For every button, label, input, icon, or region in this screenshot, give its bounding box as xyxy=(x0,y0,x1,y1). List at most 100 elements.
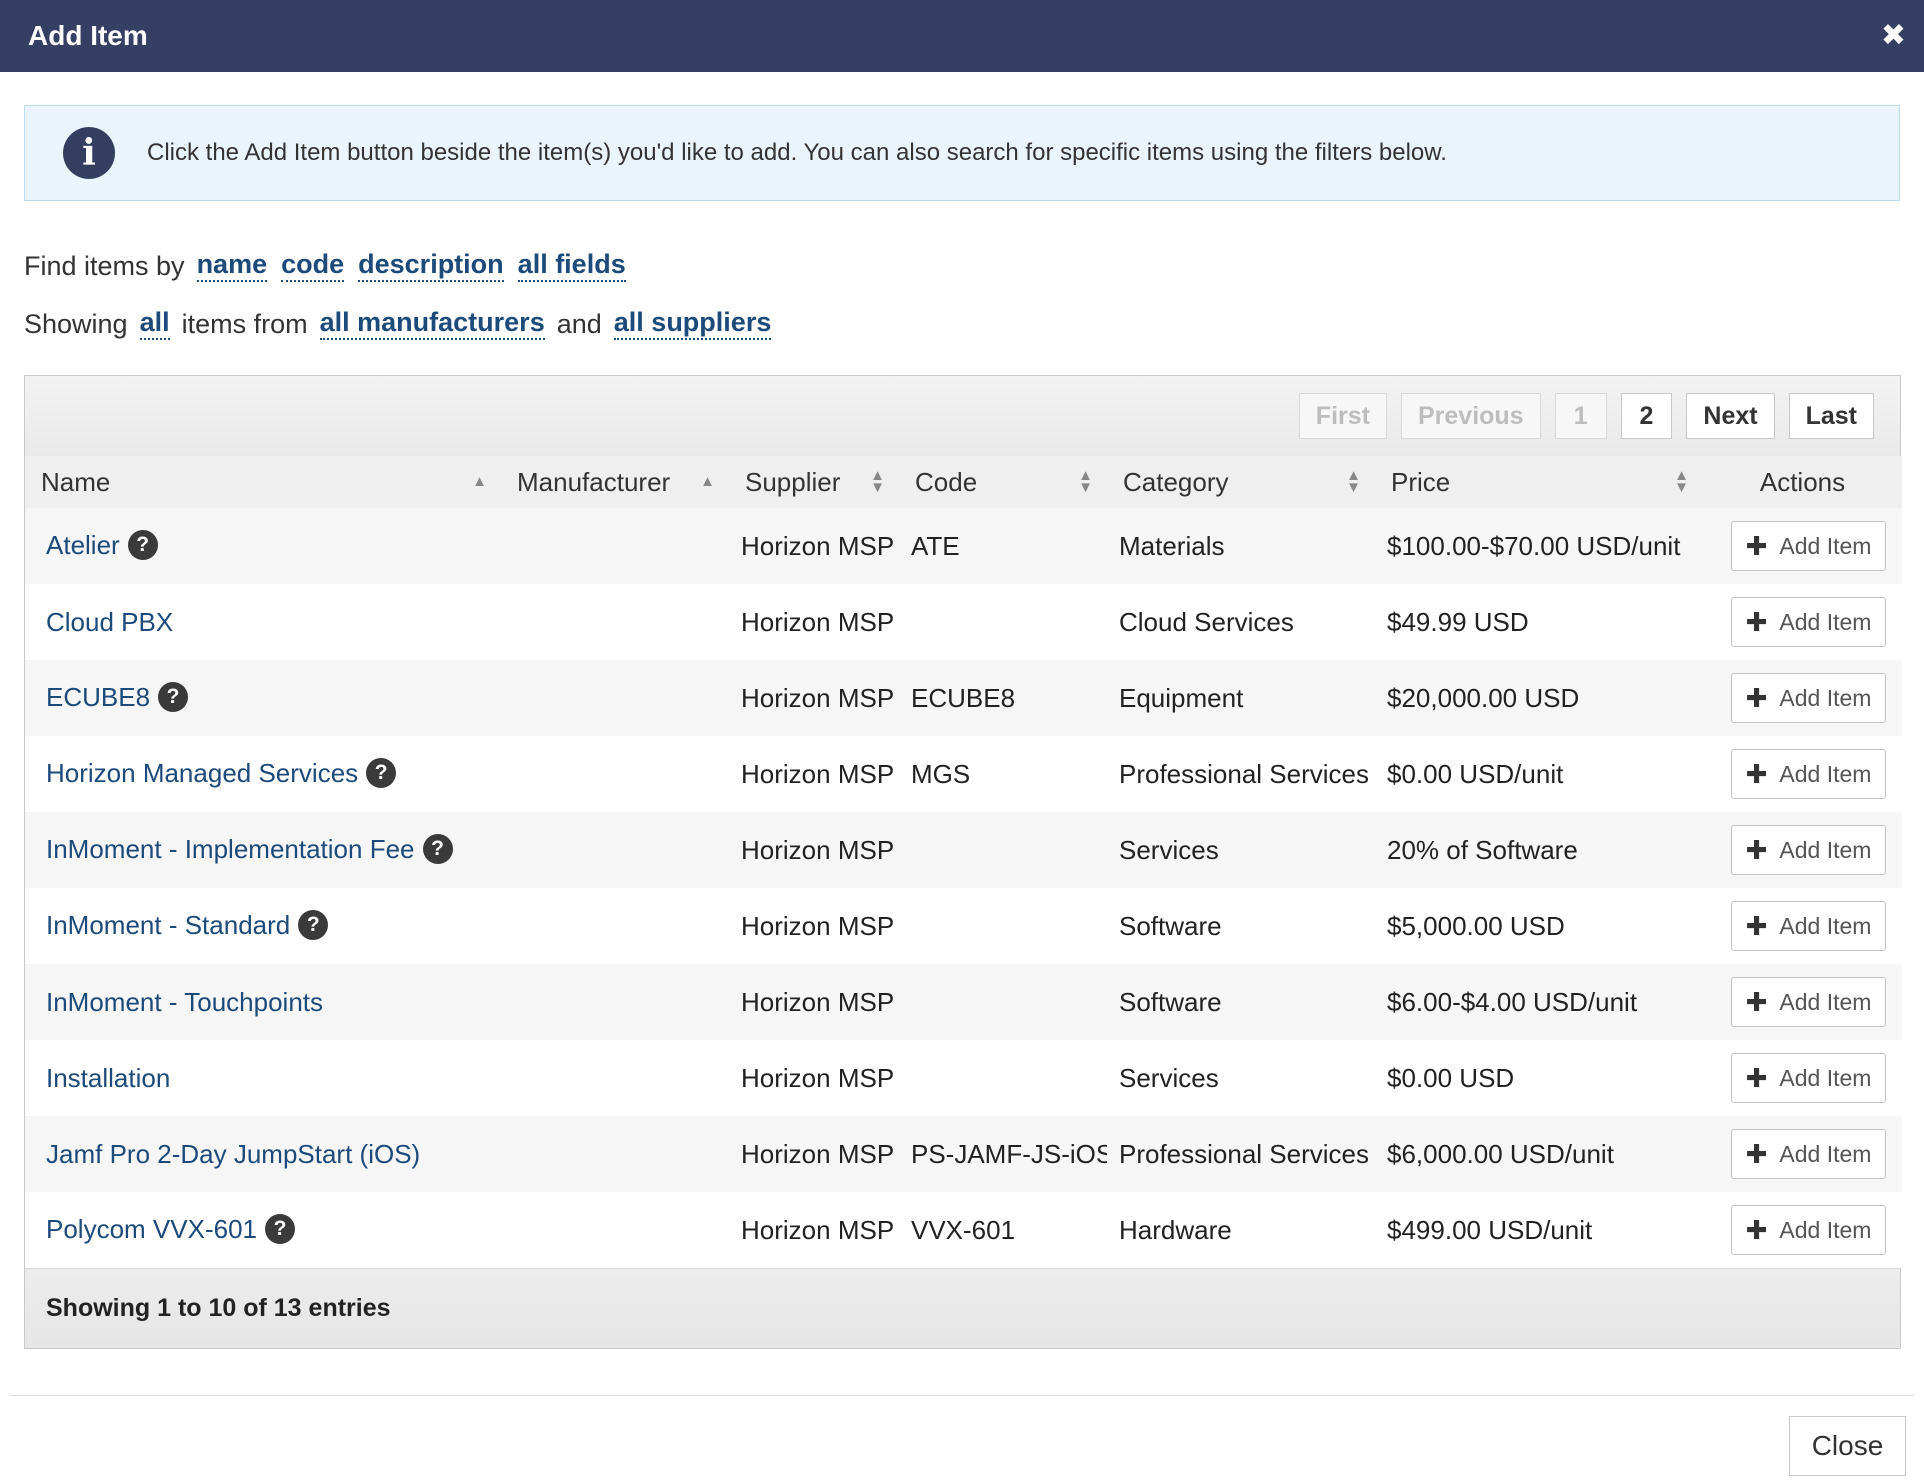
plus-icon: ✚ xyxy=(1745,1138,1768,1169)
plus-icon: ✚ xyxy=(1745,834,1768,865)
info-icon: i xyxy=(63,127,115,179)
item-name-link[interactable]: Installation xyxy=(46,1063,170,1093)
cell-manufacturer xyxy=(501,584,729,660)
cell-actions: ✚ Add Item xyxy=(1703,736,1902,812)
help-icon[interactable]: ? xyxy=(422,834,453,865)
pagination-page-1-button[interactable]: 1 xyxy=(1554,393,1607,439)
column-header-manufacturer[interactable]: Manufacturer ▲ xyxy=(501,456,729,508)
find-by-all-fields-link[interactable]: all fields xyxy=(517,249,626,282)
sort-both-icon: ▲ ▼ xyxy=(870,467,885,496)
column-header-category[interactable]: Category ▲ ▼ xyxy=(1107,456,1375,508)
column-header-code[interactable]: Code ▲ ▼ xyxy=(899,456,1107,508)
pagination-last-button[interactable]: Last xyxy=(1788,393,1874,439)
cell-category: Cloud Services xyxy=(1119,606,1294,637)
table-row: Cloud PBX Horizon MSP Cloud Services $49.99… xyxy=(25,584,1902,660)
find-by-description-link[interactable]: description xyxy=(358,249,504,282)
plus-icon: ✚ xyxy=(1745,682,1768,713)
item-name-link[interactable]: InMoment - Implementation Fee xyxy=(46,834,415,864)
table-row: Installation Horizon MSP Services $0.00 USD… xyxy=(25,1040,1902,1116)
items-from-text: items from xyxy=(181,308,308,339)
help-icon[interactable]: ? xyxy=(158,682,189,713)
add-item-button[interactable]: ✚ Add Item xyxy=(1730,825,1887,875)
table-info: Showing 1 to 10 of 13 entries xyxy=(25,1268,1900,1348)
add-item-button[interactable]: ✚ Add Item xyxy=(1730,521,1887,571)
cell-category: Hardware xyxy=(1119,1214,1232,1245)
pagination-previous-button[interactable]: Previous xyxy=(1400,393,1541,439)
help-icon[interactable]: ? xyxy=(298,910,329,941)
cell-supplier: Horizon MSP xyxy=(741,530,895,561)
cell-code: PS-JAMF-JS-iOS xyxy=(911,1138,1107,1169)
item-name-link[interactable]: Polycom VVX-601 xyxy=(46,1214,257,1244)
table-row: InMoment - Standard? Horizon MSP Software $… xyxy=(25,888,1902,964)
cell-category: Professional Services xyxy=(1119,758,1369,789)
cell-price: $49.99 USD xyxy=(1387,606,1529,637)
cell-name: InMoment - Standard? xyxy=(25,888,501,964)
table-row: InMoment - Touchpoints Horizon MSP Softwar… xyxy=(25,964,1902,1040)
cell-price: $100.00-$70.00 USD/unit xyxy=(1387,530,1681,561)
pagination-next-button[interactable]: Next xyxy=(1686,393,1775,439)
cell-name: Horizon Managed Services? xyxy=(25,736,501,812)
cell-supplier: Horizon MSP xyxy=(741,682,895,713)
plus-icon: ✚ xyxy=(1745,986,1768,1017)
cell-supplier: Horizon MSP xyxy=(741,910,895,941)
column-header-supplier[interactable]: Supplier ▲ ▼ xyxy=(729,456,899,508)
find-by-code-link[interactable]: code xyxy=(281,249,345,282)
cell-name: Polycom VVX-601? xyxy=(25,1192,501,1268)
cell-manufacturer xyxy=(501,736,729,812)
item-name-link[interactable]: Cloud PBX xyxy=(46,607,173,637)
add-item-button[interactable]: ✚ Add Item xyxy=(1730,901,1887,951)
add-item-button[interactable]: ✚ Add Item xyxy=(1730,1053,1887,1103)
item-name-link[interactable]: Jamf Pro 2-Day JumpStart (iOS) xyxy=(46,1139,420,1169)
add-item-label: Add Item xyxy=(1779,684,1872,711)
help-icon[interactable]: ? xyxy=(264,1214,295,1245)
pagination-page-2-button[interactable]: 2 xyxy=(1620,393,1673,439)
add-item-label: Add Item xyxy=(1779,532,1872,559)
filters: Find items by name code description all … xyxy=(24,237,1924,353)
item-name-link[interactable]: ECUBE8 xyxy=(46,682,150,712)
dialog-title: Add Item xyxy=(28,20,148,51)
add-item-button[interactable]: ✚ Add Item xyxy=(1730,597,1887,647)
showing-scope-link[interactable]: all xyxy=(139,307,170,340)
plus-icon: ✚ xyxy=(1745,758,1768,789)
cell-code xyxy=(899,812,1107,888)
items-table: Name ▲ Manufacturer ▲ Supplier ▲ ▼ Code ▲ ▼ Ca… xyxy=(25,456,1902,1268)
suppliers-filter-link[interactable]: all suppliers xyxy=(613,307,772,340)
add-item-button[interactable]: ✚ Add Item xyxy=(1730,749,1887,799)
cell-supplier: Horizon MSP xyxy=(741,986,895,1017)
cell-name: InMoment - Touchpoints xyxy=(25,964,501,1040)
sort-both-icon: ▲ ▼ xyxy=(1078,467,1093,496)
cell-category: Services xyxy=(1119,834,1219,865)
cell-manufacturer xyxy=(501,660,729,736)
item-name-link[interactable]: Atelier xyxy=(46,530,120,560)
table-row: ECUBE8? Horizon MSP ECUBE8 Equipment $20,000… xyxy=(25,660,1902,736)
close-icon[interactable]: ✖ xyxy=(1881,21,1906,51)
column-header-actions: Actions xyxy=(1759,466,1846,497)
item-name-link[interactable]: InMoment - Touchpoints xyxy=(46,987,323,1017)
help-icon[interactable]: ? xyxy=(366,758,397,789)
cell-price: $499.00 USD/unit xyxy=(1387,1214,1593,1245)
info-banner: i Click the Add Item button beside the i… xyxy=(24,105,1900,201)
add-item-label: Add Item xyxy=(1779,836,1872,863)
manufacturers-filter-link[interactable]: all manufacturers xyxy=(319,307,545,340)
add-item-button[interactable]: ✚ Add Item xyxy=(1730,977,1887,1027)
cell-price: $20,000.00 USD xyxy=(1387,682,1580,713)
plus-icon: ✚ xyxy=(1745,910,1768,941)
cell-supplier: Horizon MSP xyxy=(741,1214,895,1245)
add-item-button[interactable]: ✚ Add Item xyxy=(1730,673,1887,723)
column-header-name[interactable]: Name ▲ xyxy=(25,456,501,508)
help-icon[interactable]: ? xyxy=(127,530,158,561)
cell-name: InMoment - Implementation Fee? xyxy=(25,812,501,888)
find-by-name-link[interactable]: name xyxy=(196,249,268,282)
cell-code: VVX-601 xyxy=(911,1214,1016,1245)
pagination-first-button[interactable]: First xyxy=(1298,393,1387,439)
info-message: Click the Add Item button beside the ite… xyxy=(147,139,1447,166)
item-name-link[interactable]: InMoment - Standard xyxy=(46,910,290,940)
table-header-row: Name ▲ Manufacturer ▲ Supplier ▲ ▼ Code ▲ ▼ Ca… xyxy=(25,456,1902,508)
add-item-button[interactable]: ✚ Add Item xyxy=(1730,1205,1887,1255)
table-row: InMoment - Implementation Fee? Horizon MS… xyxy=(25,812,1902,888)
add-item-button[interactable]: ✚ Add Item xyxy=(1730,1129,1887,1179)
item-name-link[interactable]: Horizon Managed Services xyxy=(46,758,358,788)
column-header-price[interactable]: Price ▲ ▼ xyxy=(1375,456,1703,508)
close-button[interactable]: Close xyxy=(1789,1416,1906,1476)
cell-price: 20% of Software xyxy=(1387,834,1578,865)
